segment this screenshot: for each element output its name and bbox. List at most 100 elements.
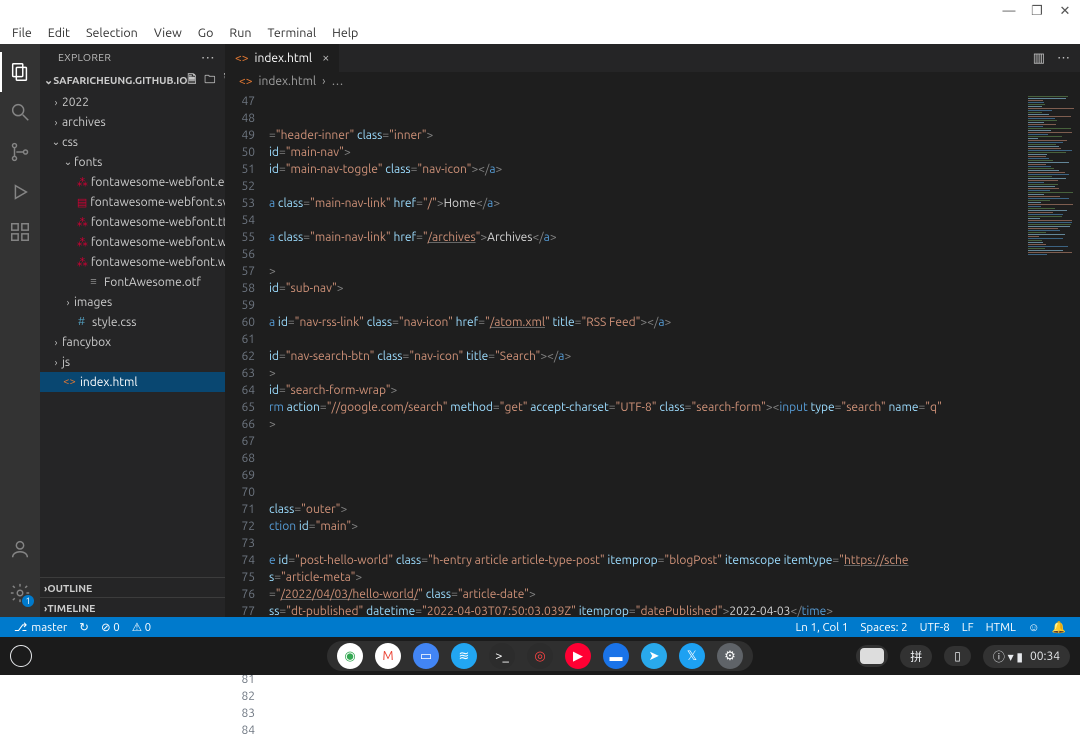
dock-app-icon[interactable]: ⚙ <box>717 643 743 669</box>
tree-item[interactable]: ›2022 <box>40 92 225 112</box>
dock-app-icon[interactable]: ▶ <box>565 643 591 669</box>
dock-app-icon[interactable]: ▬ <box>603 643 629 669</box>
dock-app-icon[interactable]: 𝕏 <box>679 643 705 669</box>
menu-file[interactable]: File <box>4 24 40 42</box>
tree-item[interactable]: ›#style.css <box>40 312 225 332</box>
desk-switcher[interactable] <box>856 645 888 667</box>
timeline-section[interactable]: › TIMELINE <box>40 597 225 617</box>
eol-setting[interactable]: LF <box>956 620 980 634</box>
tree-item[interactable]: ›⁂fontawesome-webfont.woff2 <box>40 252 225 272</box>
outline-section[interactable]: › OUTLINE <box>40 577 225 597</box>
file-icon: ▤ <box>77 196 87 209</box>
branch-name: master <box>31 621 67 634</box>
system-tray[interactable]: ⓘ ▾ ▮ 00:34 <box>983 645 1070 668</box>
branch-indicator[interactable]: ⎇ master <box>8 620 73 634</box>
tab-bar: <> index.html × ▥ ⋯ <box>225 44 1080 72</box>
settings-gear-icon[interactable]: 1 <box>0 573 40 613</box>
phone-hub-icon[interactable]: ▯ <box>944 646 971 666</box>
timeline-label: TIMELINE <box>47 602 95 614</box>
maximize-button[interactable]: ❐ <box>1030 4 1044 18</box>
tree-item[interactable]: ›⁂fontawesome-webfont.woff <box>40 232 225 252</box>
ime-indicator[interactable]: 拼 <box>900 645 932 668</box>
sidebar-root-label: SAFARICHEUNG.GITHUB.IO <box>53 74 187 86</box>
code-editor[interactable]: ="header-inner" class="inner">id="main-n… <box>269 92 1024 617</box>
menu-view[interactable]: View <box>146 24 190 42</box>
tab-index-html[interactable]: <> index.html × <box>225 44 339 72</box>
tree-item-label: fontawesome-webfont.eot <box>91 176 225 189</box>
extensions-icon[interactable] <box>0 212 40 252</box>
tree-item[interactable]: ›▤fontawesome-webfont.svg <box>40 192 225 212</box>
chevron-right-icon: › <box>50 337 62 348</box>
statusbar: ⎇ master ↻ ⊘ 0 ⚠ 0 Ln 1, Col 1 Spaces: 2… <box>0 617 1080 637</box>
dock-app-icon[interactable]: >_ <box>489 643 515 669</box>
window-titlebar: — ❐ ✕ <box>0 0 1080 22</box>
sidebar-more-icon[interactable]: ⋯ <box>201 49 215 66</box>
errors-indicator[interactable]: ⊘ 0 <box>95 620 126 634</box>
chevron-down-icon: ⌄ <box>62 156 74 168</box>
minimap[interactable] <box>1024 92 1080 617</box>
launcher-icon[interactable] <box>10 645 32 667</box>
tree-item[interactable]: ⌄css <box>40 132 225 152</box>
cursor-position[interactable]: Ln 1, Col 1 <box>789 620 854 634</box>
notifications-icon[interactable]: 🔔 <box>1046 620 1072 634</box>
tab-label: index.html <box>255 52 313 65</box>
menu-selection[interactable]: Selection <box>78 24 146 42</box>
tree-item-label: css <box>62 136 78 149</box>
menu-run[interactable]: Run <box>221 24 259 42</box>
dock-app-icon[interactable]: ≋ <box>451 643 477 669</box>
warnings-indicator[interactable]: ⚠ 0 <box>126 620 157 634</box>
sidebar-title: EXPLORER <box>58 51 111 63</box>
file-icon: <> <box>62 376 77 388</box>
tree-item[interactable]: ›js <box>40 352 225 372</box>
feedback-icon[interactable]: ☺ <box>1022 620 1046 634</box>
tree-item[interactable]: ›⁂fontawesome-webfont.ttf <box>40 212 225 232</box>
breadcrumb-sep: › <box>322 75 325 88</box>
indentation-setting[interactable]: Spaces: 2 <box>854 620 913 634</box>
close-tab-icon[interactable]: × <box>322 51 329 65</box>
source-control-icon[interactable] <box>0 132 40 172</box>
new-file-icon[interactable]: 🗎 <box>188 71 197 90</box>
chevron-right-icon: › <box>50 117 62 128</box>
chevron-down-icon: ⌄ <box>50 136 62 148</box>
dock-app-icon[interactable]: ◉ <box>337 643 363 669</box>
split-editor-icon[interactable]: ▥ <box>1033 51 1045 66</box>
tree-item[interactable]: ›fancybox <box>40 332 225 352</box>
explorer-icon[interactable] <box>0 52 40 92</box>
tree-item-label: fontawesome-webfont.ttf <box>91 216 225 229</box>
tree-item[interactable]: ›⁂fontawesome-webfont.eot <box>40 172 225 192</box>
language-mode[interactable]: HTML <box>980 620 1022 634</box>
tree-item[interactable]: ⌄fonts <box>40 152 225 172</box>
chevron-right-icon: › <box>50 357 62 368</box>
branch-icon: ⎇ <box>14 620 27 634</box>
menu-edit[interactable]: Edit <box>40 24 78 42</box>
menu-terminal[interactable]: Terminal <box>259 24 324 42</box>
dock-app-icon[interactable]: ◎ <box>527 643 553 669</box>
search-icon[interactable] <box>0 92 40 132</box>
tab-more-icon[interactable]: ⋯ <box>1057 51 1070 66</box>
tree-item[interactable]: ›archives <box>40 112 225 132</box>
accounts-icon[interactable] <box>0 529 40 569</box>
file-icon: ⁂ <box>77 216 88 229</box>
menu-go[interactable]: Go <box>190 24 222 42</box>
dock-app-icon[interactable]: ➤ <box>641 643 667 669</box>
minimize-button[interactable]: — <box>1002 4 1016 18</box>
tree-item[interactable]: ›≡FontAwesome.otf <box>40 272 225 292</box>
breadcrumb[interactable]: <> index.html › … <box>225 72 1080 92</box>
close-button[interactable]: ✕ <box>1058 4 1072 18</box>
file-icon: ≡ <box>86 276 101 288</box>
run-debug-icon[interactable] <box>0 172 40 212</box>
sidebar-root-section[interactable]: ⌄ SAFARICHEUNG.GITHUB.IO 🗎 🗀 ↻ ⊟ <box>40 70 225 90</box>
dock-app-icon[interactable]: ▭ <box>413 643 439 669</box>
sync-button[interactable]: ↻ <box>73 620 95 634</box>
editor-group: <> index.html × ▥ ⋯ <> index.html › … 47… <box>225 44 1080 617</box>
encoding-setting[interactable]: UTF-8 <box>914 620 956 634</box>
tree-item[interactable]: ›images <box>40 292 225 312</box>
breadcrumb-trail: … <box>331 75 343 88</box>
outline-label: OUTLINE <box>47 582 92 594</box>
menu-help[interactable]: Help <box>324 24 366 42</box>
file-icon: ⁂ <box>77 256 88 269</box>
tree-item[interactable]: ›<>index.html <box>40 372 225 392</box>
tree-item-label: fancybox <box>62 336 111 349</box>
dock-app-icon[interactable]: M <box>375 643 401 669</box>
new-folder-icon[interactable]: 🗀 <box>204 71 215 90</box>
